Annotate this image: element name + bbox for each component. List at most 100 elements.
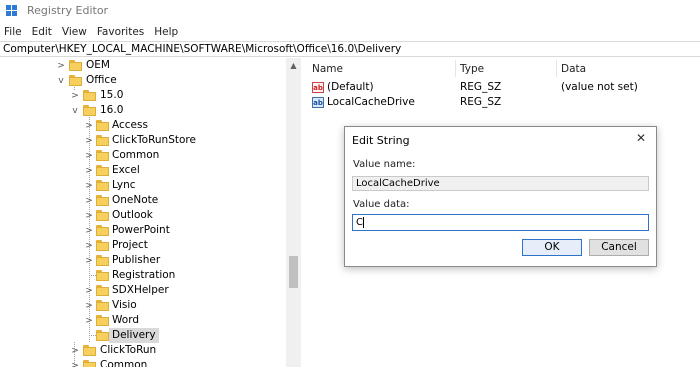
chevron-right-icon[interactable]: > xyxy=(84,133,94,148)
folder-icon xyxy=(96,150,109,161)
tree-line xyxy=(89,275,96,276)
chevron-right-icon[interactable]: > xyxy=(84,148,94,163)
ok-button[interactable]: OK xyxy=(522,239,582,256)
folder-icon xyxy=(83,345,96,356)
window-title: Registry Editor xyxy=(27,4,109,17)
folder-icon xyxy=(96,270,109,281)
chevron-right-icon[interactable]: > xyxy=(84,253,94,268)
tree-item-clicktorun[interactable]: > ClickToRun xyxy=(0,343,286,358)
value-type: REG_SZ xyxy=(460,81,502,93)
chevron-right-icon[interactable]: > xyxy=(70,88,80,103)
folder-icon xyxy=(96,285,109,296)
tree-scrollbar[interactable]: ▲ xyxy=(286,58,301,367)
menu-edit[interactable]: Edit xyxy=(27,24,57,40)
value-data-input[interactable]: C xyxy=(352,214,649,231)
chevron-right-icon[interactable]: > xyxy=(84,223,94,238)
tree-item-label: OEM xyxy=(86,59,110,71)
cancel-button[interactable]: Cancel xyxy=(589,239,649,256)
column-header-data[interactable]: Data xyxy=(561,61,586,77)
tree-item-onenote[interactable]: > OneNote xyxy=(0,193,286,208)
chevron-right-icon[interactable]: > xyxy=(84,193,94,208)
tree-item-visio[interactable]: > Visio xyxy=(0,298,286,313)
chevron-right-icon[interactable]: > xyxy=(84,178,94,193)
tree-item-label: Word xyxy=(112,314,139,326)
tree-item-label: PowerPoint xyxy=(112,224,170,236)
chevron-right-icon[interactable]: > xyxy=(84,313,94,328)
edit-string-dialog: Edit String ✕ Value name: LocalCacheDriv… xyxy=(344,126,657,267)
chevron-right-icon[interactable]: > xyxy=(84,238,94,253)
column-header-type[interactable]: Type xyxy=(460,61,484,77)
folder-icon xyxy=(96,195,109,206)
value-name-field[interactable]: LocalCacheDrive xyxy=(352,176,649,191)
folder-icon xyxy=(69,60,82,71)
tree-item-delivery[interactable]: Delivery xyxy=(0,328,286,343)
tree-item-common-2[interactable]: > Common xyxy=(0,358,286,367)
tree-item-outlook[interactable]: > Outlook xyxy=(0,208,286,223)
folder-icon xyxy=(96,165,109,176)
tree-pane: > OEM v Office > 15.0 v 16.0 > Access > … xyxy=(0,58,301,367)
tree-item-office[interactable]: v Office xyxy=(0,73,286,88)
chevron-right-icon[interactable]: > xyxy=(84,118,94,133)
address-bar[interactable]: Computer\HKEY_LOCAL_MACHINE\SOFTWARE\Mic… xyxy=(0,41,700,57)
tree-item-publisher[interactable]: > Publisher xyxy=(0,253,286,268)
column-separator[interactable] xyxy=(556,60,557,77)
menu-favorites[interactable]: Favorites xyxy=(92,24,149,40)
column-header-name[interactable]: Name xyxy=(312,61,343,77)
tree-item-label: Publisher xyxy=(112,254,161,266)
value-data-label: Value data: xyxy=(353,199,410,210)
tree-item-label: Office xyxy=(86,74,117,86)
value-type: REG_SZ xyxy=(460,96,502,108)
tree-item-oem[interactable]: > OEM xyxy=(0,58,286,73)
tree-item-label: Visio xyxy=(112,299,137,311)
column-separator[interactable] xyxy=(455,60,456,77)
value-data: (value not set) xyxy=(561,81,638,93)
tree-item-label: ClickToRun xyxy=(100,344,157,356)
folder-icon xyxy=(83,105,96,116)
tree-item-excel[interactable]: > Excel xyxy=(0,163,286,178)
close-icon[interactable]: ✕ xyxy=(636,131,646,145)
tree-item-label: OneNote xyxy=(112,194,159,206)
value-data-text: C xyxy=(356,217,363,228)
tree-item-label: Common xyxy=(100,359,148,367)
list-row-localcachedrive[interactable]: ab LocalCacheDrive REG_SZ xyxy=(312,95,692,110)
folder-icon xyxy=(96,330,109,341)
tree-item-project[interactable]: > Project xyxy=(0,238,286,253)
scroll-thumb[interactable] xyxy=(289,256,298,288)
chevron-right-icon[interactable]: > xyxy=(84,163,94,178)
chevron-right-icon[interactable]: > xyxy=(70,343,80,358)
folder-icon xyxy=(96,240,109,251)
folder-icon xyxy=(83,90,96,101)
menu-help[interactable]: Help xyxy=(149,24,183,40)
scroll-up-arrow-icon[interactable]: ▲ xyxy=(286,58,301,73)
tree-item-word[interactable]: > Word xyxy=(0,313,286,328)
chevron-down-icon[interactable]: v xyxy=(56,73,66,88)
chevron-right-icon[interactable]: > xyxy=(84,283,94,298)
tree-item-access[interactable]: > Access xyxy=(0,118,286,133)
chevron-right-icon[interactable]: > xyxy=(84,298,94,313)
tree-item-registration[interactable]: Registration xyxy=(0,268,286,283)
menu-view[interactable]: View xyxy=(57,24,92,40)
title-bar: Registry Editor xyxy=(0,0,700,22)
dialog-title: Edit String xyxy=(352,134,410,147)
chevron-right-icon[interactable]: > xyxy=(56,58,66,73)
tree-line xyxy=(89,335,96,336)
chevron-right-icon[interactable]: > xyxy=(84,208,94,223)
value-name: LocalCacheDrive xyxy=(327,96,415,108)
folder-icon xyxy=(83,360,96,367)
string-value-icon: ab xyxy=(312,82,324,93)
tree-item-15-0[interactable]: > 15.0 xyxy=(0,88,286,103)
tree-item-label: Access xyxy=(112,119,148,131)
menu-file[interactable]: File xyxy=(0,24,27,40)
chevron-down-icon[interactable]: v xyxy=(70,103,80,118)
list-row-default[interactable]: ab (Default) REG_SZ (value not set) xyxy=(312,80,692,95)
tree-item-common[interactable]: > Common xyxy=(0,148,286,163)
tree-item-powerpoint[interactable]: > PowerPoint xyxy=(0,223,286,238)
tree-item-lync[interactable]: > Lync xyxy=(0,178,286,193)
folder-icon xyxy=(96,300,109,311)
tree-item-clicktorunstore[interactable]: > ClickToRunStore xyxy=(0,133,286,148)
tree-item-sdxhelper[interactable]: > SDXHelper xyxy=(0,283,286,298)
tree-item-label: Excel xyxy=(112,164,140,176)
tree-item-16-0[interactable]: v 16.0 xyxy=(0,103,286,118)
binary-value-icon: ab xyxy=(312,97,324,108)
chevron-right-icon[interactable]: > xyxy=(70,358,80,367)
